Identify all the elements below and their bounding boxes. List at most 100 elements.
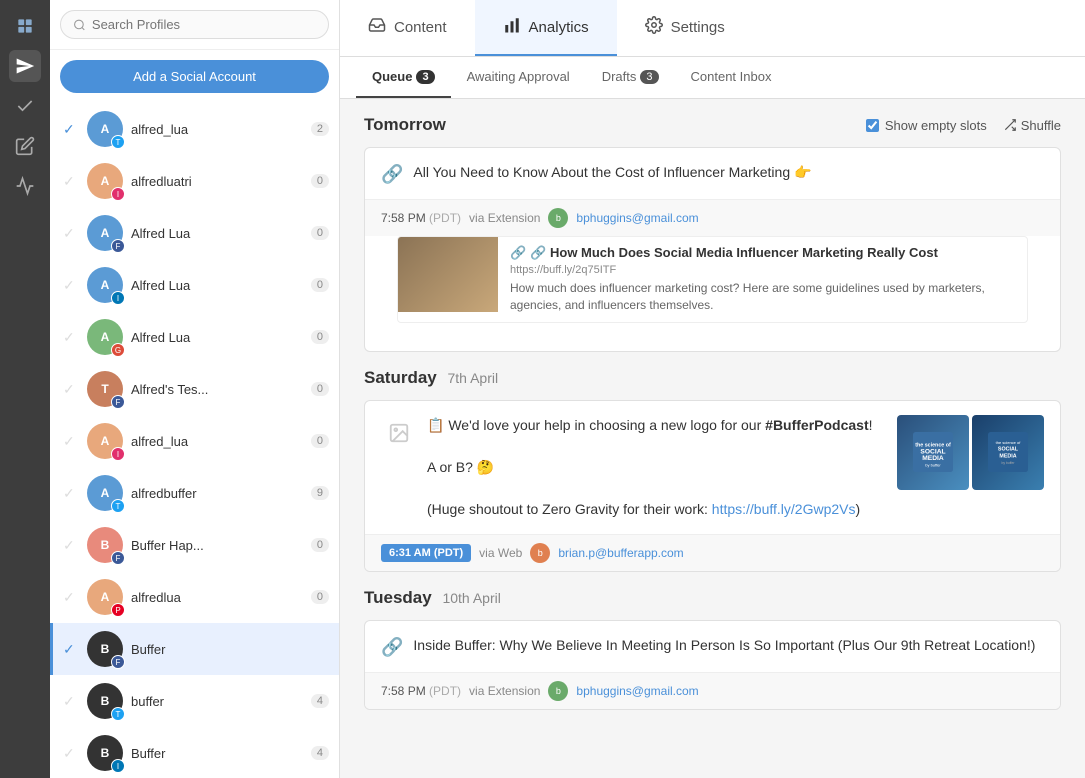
sub-tab-drafts[interactable]: Drafts 3 (586, 57, 675, 98)
shuffle-button[interactable]: Shuffle (1003, 118, 1061, 133)
drafts-label: Drafts (602, 69, 637, 84)
post-row-1: 🔗 All You Need to Know About the Cost of… (365, 148, 1060, 199)
social-badge-alfreds_tes_fb: F (111, 395, 125, 409)
avatar-alfred_lua_g: A G (87, 319, 123, 355)
search-input-wrap[interactable] (60, 10, 329, 39)
section-controls: Show empty slots Shuffle (866, 118, 1061, 133)
profile-count-alfred_lua_ig2: 0 (311, 434, 329, 448)
profile-item-alfred_lua_g[interactable]: ✓ A G Alfred Lua 0 (50, 311, 339, 363)
analytics-nav-icon[interactable] (9, 170, 41, 202)
profile-name-alfred_lua_ig2: alfred_lua (131, 434, 303, 449)
search-icon (73, 18, 86, 32)
source-2: via Web (479, 546, 522, 560)
tab-settings[interactable]: Settings (617, 0, 753, 56)
search-input[interactable] (92, 17, 316, 32)
inbox-label: Content Inbox (691, 69, 772, 84)
social-media-img2-icon: the science of SOCIAL MEDIA by buffer (988, 432, 1028, 472)
check-alfred_lua_li: ✓ (63, 277, 79, 294)
awaiting-label: Awaiting Approval (467, 69, 570, 84)
avatar-alfred_lua_tw: A T (87, 111, 123, 147)
profile-count-buffer_hap_fb: 0 (311, 538, 329, 552)
profile-item-alfred_lua_fb[interactable]: ✓ A F Alfred Lua 0 (50, 207, 339, 259)
podcast-img-1: the science of SOCIAL MEDIA by buffer (897, 415, 969, 490)
sub-tab-awaiting[interactable]: Awaiting Approval (451, 57, 586, 98)
podcast-images: the science of SOCIAL MEDIA by buffer th… (897, 415, 1044, 520)
user-avatar-1: b (548, 208, 568, 228)
profile-item-alfredlua_pi[interactable]: ✓ A P alfredlua 0 (50, 571, 339, 623)
profile-item-alfreds_tes_fb[interactable]: ✓ T F Alfred's Tes... 0 (50, 363, 339, 415)
sidebar: Add a Social Account ✓ A T alfred_lua 2 … (50, 0, 340, 778)
profile-name-alfred_lua_tw: alfred_lua (131, 122, 303, 137)
preview-desc-1: How much does influencer marketing cost?… (510, 280, 1015, 314)
edit-icon[interactable] (9, 130, 41, 162)
profile-item-buffer_li[interactable]: ✓ B I Buffer 4 (50, 727, 339, 778)
profile-count-alfredluatri_ig: 0 (311, 174, 329, 188)
saturday-section-header: Saturday 7th April (364, 368, 1061, 388)
post-text-2: 📋 We'd love your help in choosing a new … (427, 415, 887, 520)
drafts-count: 3 (640, 70, 658, 84)
avatar-alfredbuffer_tw: A T (87, 475, 123, 511)
profile-name-alfredbuffer_tw: alfredbuffer (131, 486, 303, 501)
show-empty-label[interactable]: Show empty slots (866, 118, 987, 133)
profile-count-alfreds_tes_fb: 0 (311, 382, 329, 396)
check-buffer_li: ✓ (63, 745, 79, 762)
content-tab-label: Content (394, 19, 447, 36)
queue-content: Tomorrow Show empty slots Shuffle 🔗 (340, 99, 1085, 778)
check-tasks-icon[interactable] (9, 90, 41, 122)
profile-item-alfred_lua_ig2[interactable]: ✓ A I alfred_lua 0 (50, 415, 339, 467)
social-badge-alfredbuffer_tw: T (111, 499, 125, 513)
podcast-img-2: the science of SOCIAL MEDIA by buffer (972, 415, 1044, 490)
profile-item-alfredbuffer_tw[interactable]: ✓ A T alfredbuffer 9 (50, 467, 339, 519)
check-alfredlua_pi: ✓ (63, 589, 79, 606)
tuesday-section-header: Tuesday 10th April (364, 588, 1061, 608)
profile-count-buffer_li: 4 (311, 746, 329, 760)
link-preview-wrap: 🔗 🔗 How Much Does Social Media Influence… (365, 236, 1060, 351)
social-badge-alfred_lua_g: G (111, 343, 125, 357)
profile-name-alfredlua_pi: alfredlua (131, 590, 303, 605)
post-text-1: All You Need to Know About the Cost of I… (413, 162, 1044, 183)
post-user-2: brian.p@bufferapp.com (558, 546, 683, 560)
post-text-3: Inside Buffer: Why We Believe In Meeting… (413, 635, 1044, 656)
post-time-3: 7:58 PM (PDT) (381, 684, 461, 698)
profile-item-buffer_main[interactable]: ✓ B F Buffer (50, 623, 339, 675)
social-media-img-icon: the science of SOCIAL MEDIA by buffer (913, 432, 953, 472)
link-icon-3: 🔗 (381, 637, 403, 658)
profile-item-alfredluatri_ig[interactable]: ✓ A I alfredluatri 0 (50, 155, 339, 207)
profile-count-alfredbuffer_tw: 9 (311, 486, 329, 500)
social-badge-buffer_li: I (111, 759, 125, 773)
show-empty-text: Show empty slots (885, 118, 987, 133)
profile-count-alfred_lua_g: 0 (311, 330, 329, 344)
post-card-3: 🔗 Inside Buffer: Why We Believe In Meeti… (364, 620, 1061, 710)
send-icon[interactable] (9, 50, 41, 82)
profile-name-alfreds_tes_fb: Alfred's Tes... (131, 382, 303, 397)
svg-text:SOCIAL: SOCIAL (920, 448, 945, 455)
sub-tab-inbox[interactable]: Content Inbox (675, 57, 788, 98)
preview-title-1: 🔗 🔗 How Much Does Social Media Influence… (510, 245, 1015, 261)
sub-tab-queue[interactable]: Queue 3 (356, 57, 451, 98)
add-social-account-button[interactable]: Add a Social Account (60, 60, 329, 93)
social-badge-buffer_hap_fb: F (111, 551, 125, 565)
profile-name-buffer_li: Buffer (131, 746, 303, 761)
profile-item-buffer_hap_fb[interactable]: ✓ B F Buffer Hap... 0 (50, 519, 339, 571)
tab-analytics[interactable]: Analytics (475, 0, 617, 56)
profile-item-alfred_lua_tw[interactable]: ✓ A T alfred_lua 2 (50, 103, 339, 155)
avatar-alfred_lua_li: A I (87, 267, 123, 303)
check-alfred_lua_tw: ✓ (63, 121, 79, 138)
profile-count-alfred_lua_li: 0 (311, 278, 329, 292)
image-icon-2 (381, 415, 417, 451)
avatar-alfred_lua_fb: A F (87, 215, 123, 251)
user-avatar-3: b (548, 681, 568, 701)
post-source-3: via Extension (469, 684, 540, 698)
profile-count-alfred_lua_tw: 2 (311, 122, 329, 136)
profile-name-buffer_tw: buffer (131, 694, 303, 709)
check-alfredbuffer_tw: ✓ (63, 485, 79, 502)
profile-name-alfred_lua_fb: Alfred Lua (131, 226, 303, 241)
buffer-logo-icon[interactable] (9, 10, 41, 42)
tab-content[interactable]: Content (340, 0, 475, 56)
profile-item-alfred_lua_li[interactable]: ✓ A I Alfred Lua 0 (50, 259, 339, 311)
profile-item-buffer_tw[interactable]: ✓ B T buffer 4 (50, 675, 339, 727)
avatar-buffer_hap_fb: B F (87, 527, 123, 563)
analytics-bar-icon (503, 16, 521, 38)
show-empty-checkbox[interactable] (866, 119, 879, 132)
avatar-buffer_tw: B T (87, 683, 123, 719)
